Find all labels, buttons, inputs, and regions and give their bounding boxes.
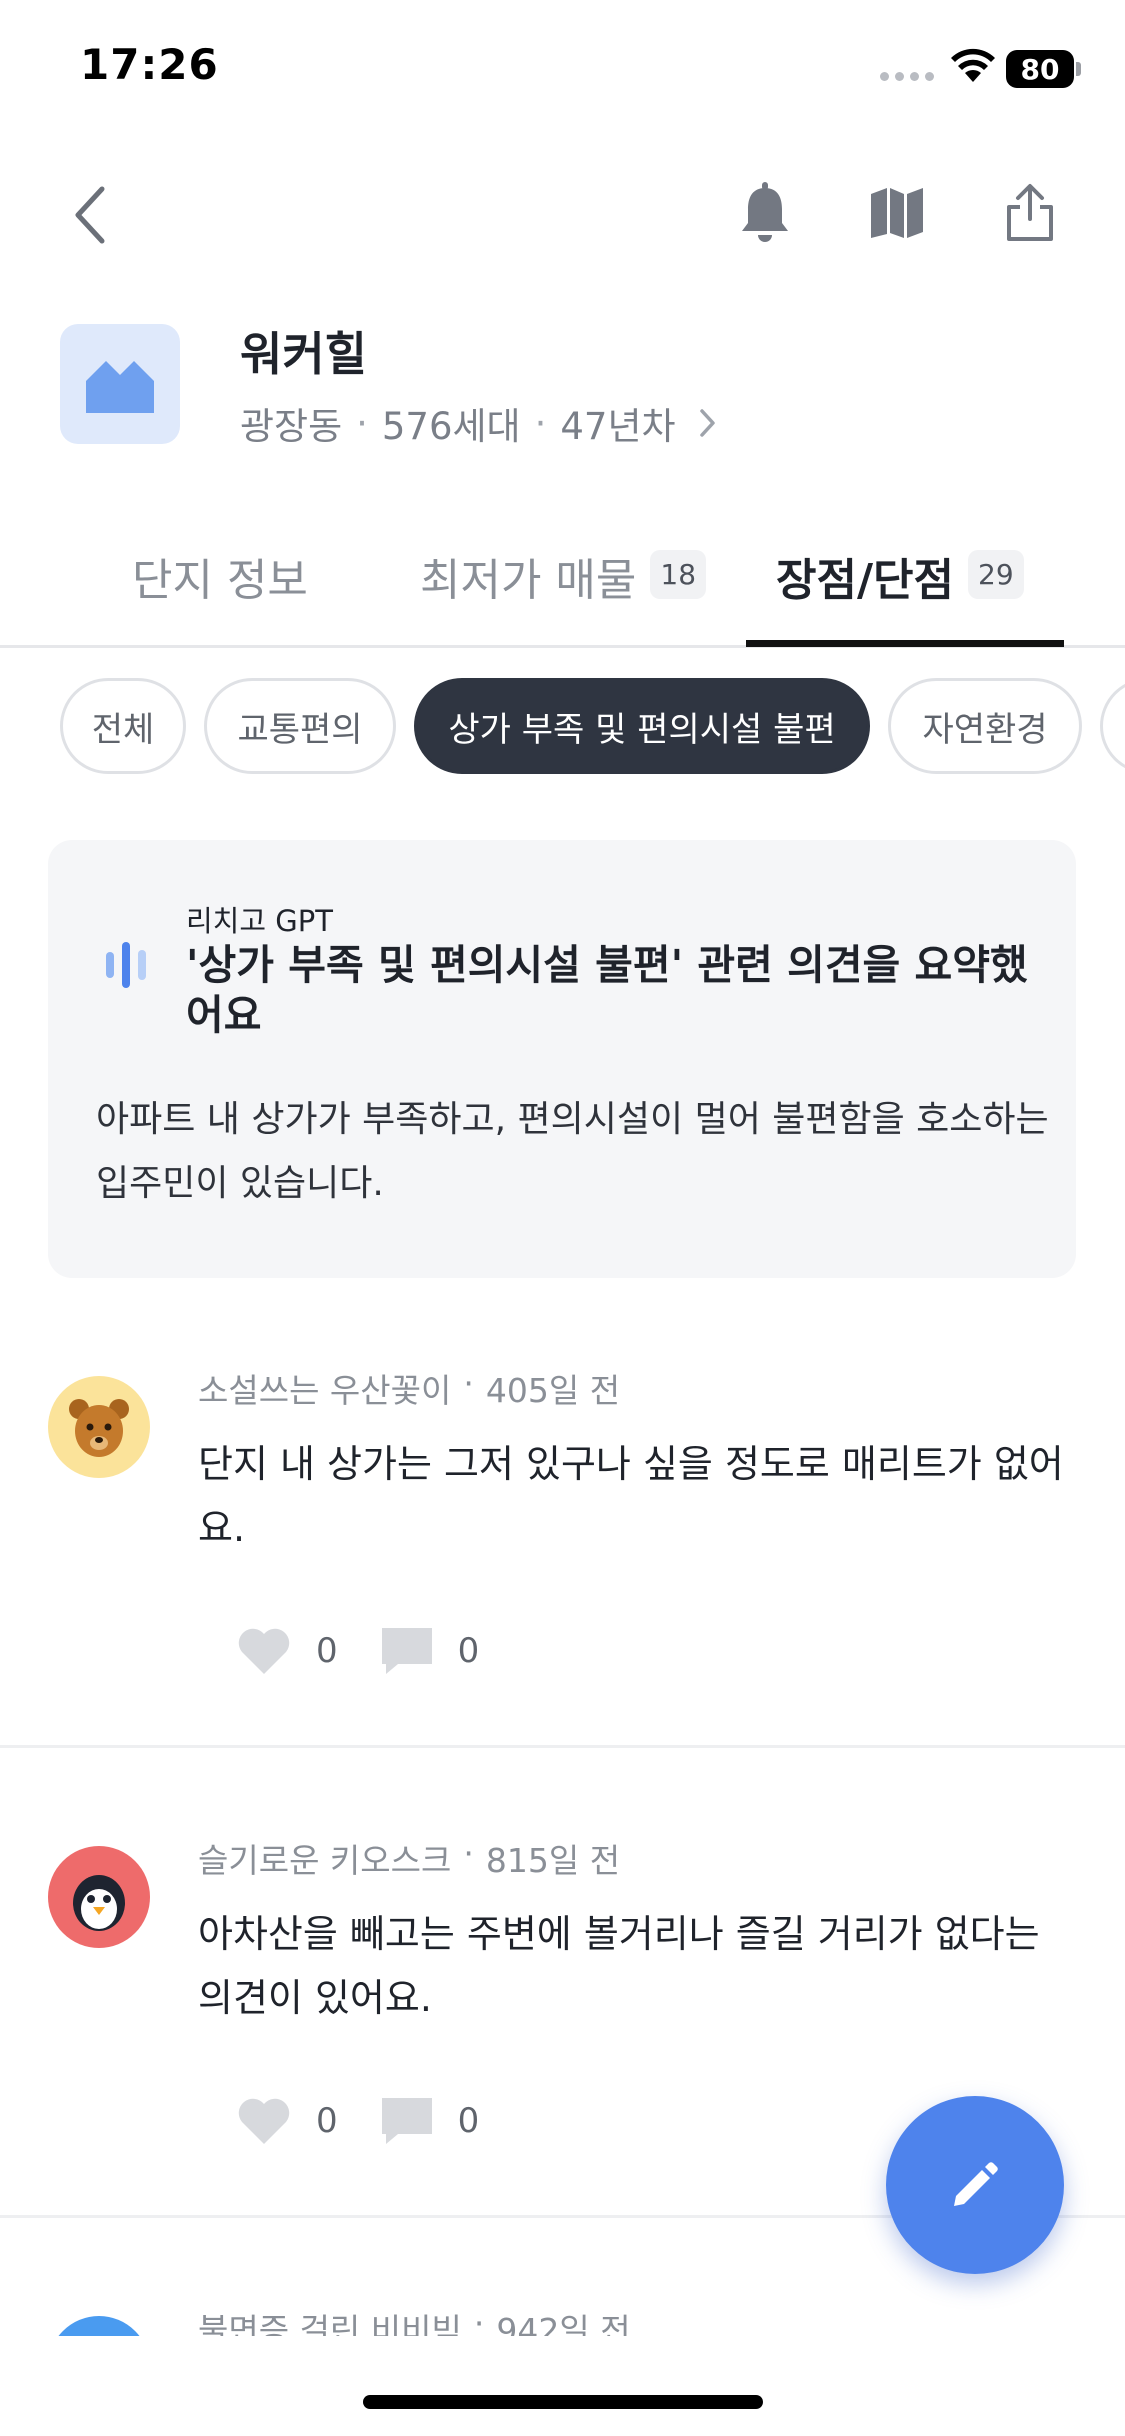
tab-label: 장점/단점 bbox=[776, 555, 954, 606]
like-count: 0 bbox=[316, 2101, 338, 2141]
review-time: 815일 전 bbox=[485, 1841, 621, 1880]
tab-lowest-listings[interactable]: 최저가 매물 18 bbox=[420, 530, 707, 648]
complex-info-link[interactable]: 광장동 · 576세대 · 47년차 bbox=[240, 396, 718, 450]
review-divider bbox=[0, 1745, 1125, 1748]
status-bar: 17:26 80 bbox=[0, 0, 1125, 140]
heart-icon bbox=[238, 2098, 290, 2144]
gpt-summary-headline: '상가 부족 및 편의시설 불편' 관련 의견을 요약했어요 bbox=[186, 941, 1028, 1039]
heart-icon bbox=[238, 1628, 290, 1674]
tab-complex-info[interactable]: 단지 정보 bbox=[132, 530, 308, 648]
home-indicator bbox=[363, 2395, 763, 2409]
battery-cap bbox=[1076, 62, 1081, 76]
tab-count-badge: 29 bbox=[968, 550, 1024, 599]
tab-pros-cons[interactable]: 장점/단점 29 bbox=[776, 530, 1024, 648]
gpt-voice-icon bbox=[106, 940, 162, 990]
tab-label: 단지 정보 bbox=[132, 555, 308, 606]
review-author: 불면증 걸린 비비빅 bbox=[198, 2311, 462, 2336]
meta-separator: · bbox=[463, 1364, 474, 1403]
meta-separator: · bbox=[473, 2304, 485, 2336]
complex-age: 47년차 bbox=[560, 405, 676, 448]
filter-chip-row[interactable]: 전체 교통편의 상가 부족 및 편의시설 불편 자연환경 bbox=[60, 678, 1125, 774]
meta-separator: · bbox=[463, 1834, 474, 1873]
notification-button[interactable] bbox=[730, 178, 800, 248]
chevron-left-icon bbox=[75, 186, 105, 244]
comment-count: 0 bbox=[457, 2101, 480, 2141]
gpt-summary-card: 리치고 GPT '상가 부족 및 편의시설 불편' 관련 의견을 요약했어요 아… bbox=[48, 840, 1076, 1278]
review-author: 소설쓰는 우산꽃이 bbox=[198, 1371, 452, 1410]
tab-label: 최저가 매물 bbox=[420, 555, 637, 606]
complex-name: 워커힐 bbox=[240, 327, 367, 381]
like-button[interactable]: 0 bbox=[236, 1626, 338, 1676]
share-button[interactable] bbox=[995, 178, 1065, 248]
status-time: 17:26 bbox=[80, 40, 219, 89]
tab-count-badge: 18 bbox=[650, 550, 707, 599]
filter-chip-all[interactable]: 전체 bbox=[60, 678, 186, 774]
review-text: 아차산을 빼고는 주변에 볼거리나 즐길 거리가 없다는 의견이 있어요. bbox=[198, 1912, 1040, 2020]
meta-separator: · bbox=[356, 401, 368, 445]
review-item[interactable]: 소설쓰는 우산꽃이 · 405일 전 단지 내 상가는 그저 있구나 싶을 정도… bbox=[0, 1320, 1125, 1750]
review-meta: 슬기로운 키오스크 · 815일 전 bbox=[198, 1834, 620, 1882]
filter-chip-next[interactable] bbox=[1100, 678, 1125, 774]
review-time: 942일 전 bbox=[496, 2311, 631, 2336]
active-tab-indicator bbox=[746, 640, 1064, 647]
battery-indicator: 80 bbox=[1006, 50, 1074, 88]
bear-avatar-icon bbox=[48, 1376, 150, 1478]
chevron-right-icon bbox=[699, 409, 715, 437]
map-icon bbox=[871, 188, 923, 238]
tab-bar: 단지 정보 최저가 매물 18 장점/단점 29 bbox=[0, 530, 1125, 648]
gpt-summary-body: 아파트 내 상가가 부족하고, 편의시설이 멀어 불편함을 호소하는 입주민이 … bbox=[96, 1099, 1049, 1204]
gpt-source-label: 리치고 GPT bbox=[186, 904, 333, 938]
pencil-icon bbox=[954, 2162, 998, 2206]
wifi-icon bbox=[950, 48, 996, 88]
review-author: 슬기로운 키오스크 bbox=[198, 1841, 452, 1880]
comment-button[interactable]: 0 bbox=[380, 1626, 480, 1676]
comment-icon bbox=[381, 2098, 432, 2144]
comment-icon bbox=[381, 1628, 432, 1674]
avatar-icon bbox=[48, 2316, 150, 2336]
complex-district: 광장동 bbox=[240, 405, 343, 448]
review-actions: 0 0 bbox=[236, 1626, 521, 1676]
complex-thumbnail bbox=[60, 324, 180, 444]
meta-separator: · bbox=[534, 401, 547, 445]
complex-households: 576세대 bbox=[381, 405, 521, 448]
review-meta: 소설쓰는 우산꽃이 · 405일 전 bbox=[198, 1364, 620, 1412]
filter-chip-shops-amenities[interactable]: 상가 부족 및 편의시설 불편 bbox=[414, 678, 870, 774]
share-icon bbox=[1007, 184, 1053, 241]
review-time: 405일 전 bbox=[485, 1371, 621, 1410]
comment-count: 0 bbox=[457, 1631, 480, 1671]
like-button[interactable]: 0 bbox=[236, 2096, 338, 2146]
review-text: 단지 내 상가는 그저 있구나 싶을 정도로 매리트가 없어요. bbox=[198, 1442, 1064, 1550]
write-review-button[interactable] bbox=[886, 2096, 1064, 2274]
review-meta: 불면증 걸린 비비빅 · 942일 전 bbox=[198, 2304, 631, 2336]
penguin-avatar-icon bbox=[48, 1846, 150, 1948]
apartment-icon bbox=[86, 361, 154, 413]
bell-icon bbox=[742, 182, 788, 242]
like-count: 0 bbox=[316, 1631, 338, 1671]
review-actions: 0 0 bbox=[236, 2096, 521, 2146]
map-button[interactable] bbox=[862, 178, 932, 248]
back-button[interactable] bbox=[70, 180, 130, 250]
comment-button[interactable]: 0 bbox=[380, 2096, 480, 2146]
cellular-signal-icon bbox=[880, 72, 934, 81]
filter-chip-transport[interactable]: 교통편의 bbox=[204, 678, 396, 774]
filter-chip-nature[interactable]: 자연환경 bbox=[888, 678, 1082, 774]
